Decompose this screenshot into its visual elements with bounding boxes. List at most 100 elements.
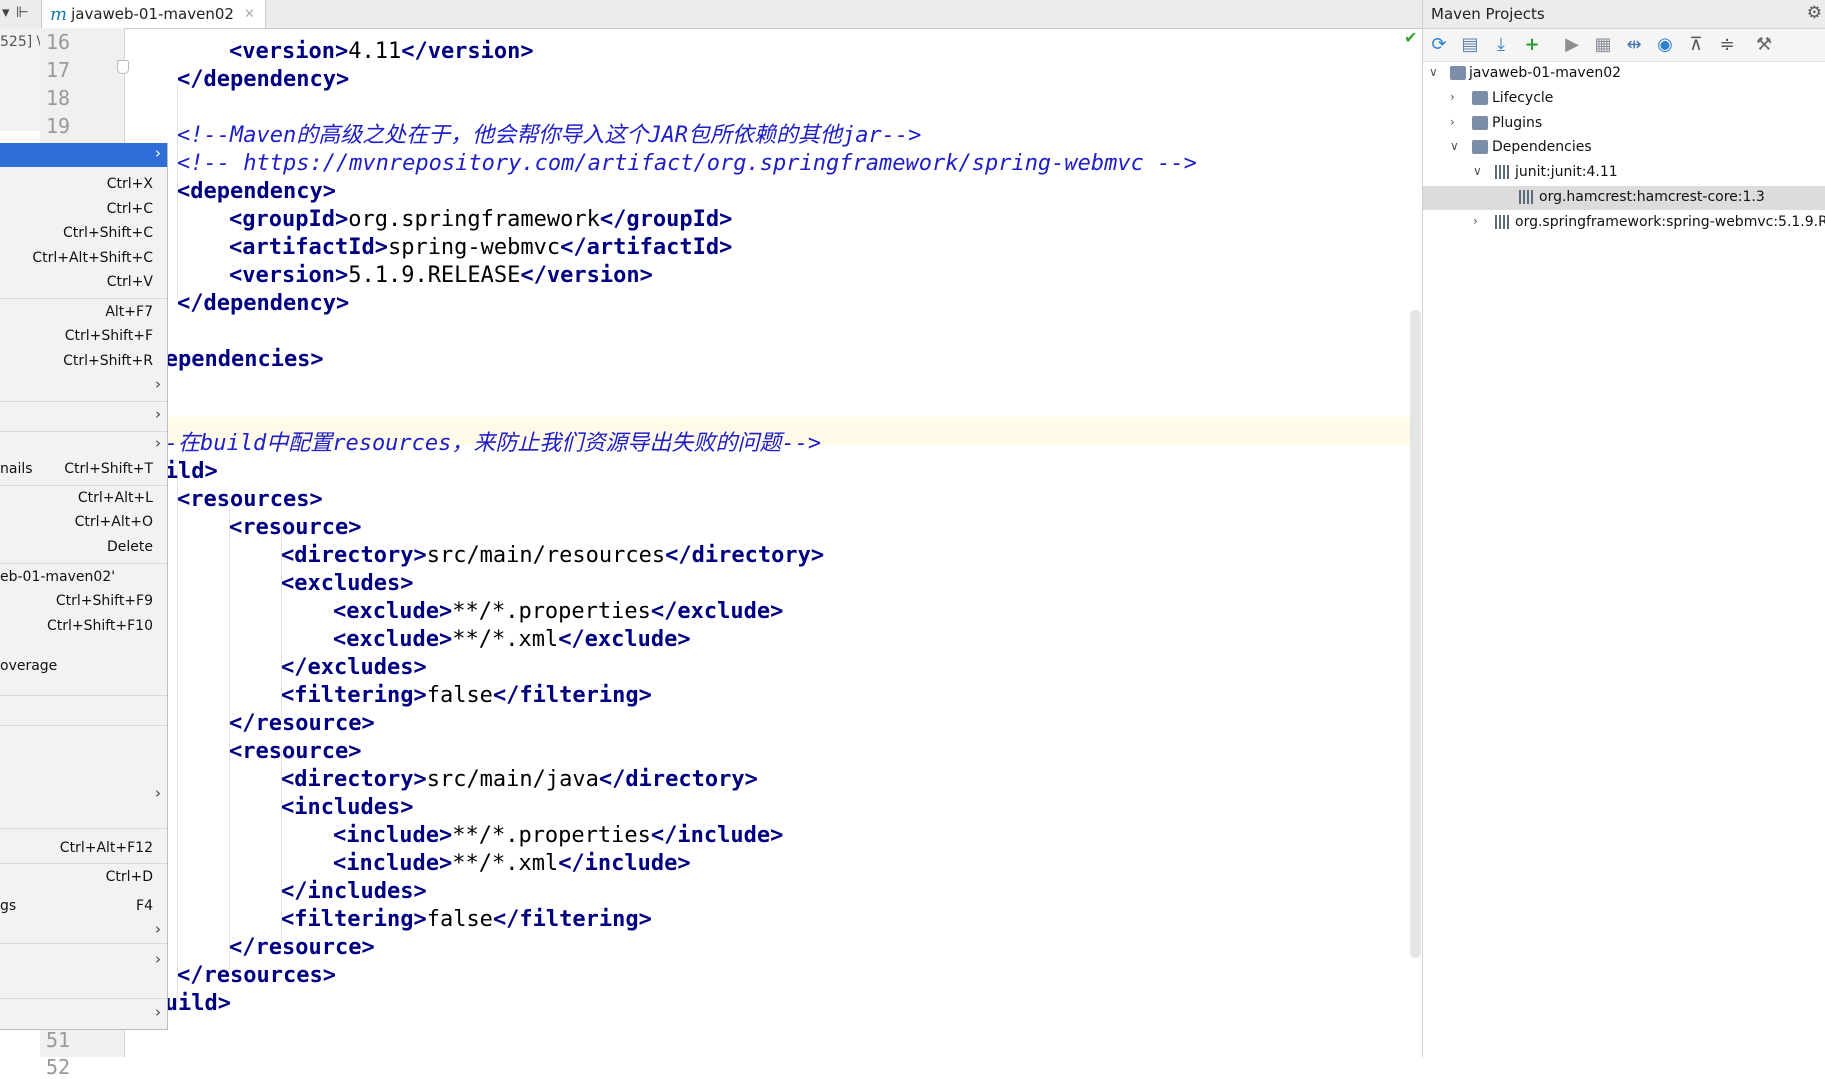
settings-icon[interactable]: ⚒ bbox=[1753, 34, 1775, 56]
tree-item-spring-webmvc[interactable]: › org.springframework:spring-webmvc:5.1.… bbox=[1423, 211, 1825, 235]
tree-item-lifecycle[interactable]: › Lifecycle bbox=[1423, 87, 1825, 111]
menu-item-delete[interactable]: Delete bbox=[0, 536, 167, 560]
code-line: <include>**/*.properties</include> bbox=[333, 823, 784, 848]
menu-item-copy-path[interactable]: Ctrl+Shift+C bbox=[0, 222, 167, 246]
code-line: <groupId>org.springframework</groupId> bbox=[229, 207, 733, 232]
menu-item-cut[interactable]: Ctrl+X bbox=[0, 173, 167, 197]
code-editor[interactable]: <version>4.11</version> </dependency> <!… bbox=[125, 28, 1410, 1057]
menu-item-replace-in-path[interactable]: Ctrl+Shift+R bbox=[0, 350, 167, 374]
chevron-down-icon[interactable]: ∨ bbox=[1450, 139, 1459, 153]
menu-separator bbox=[0, 431, 167, 432]
chevron-right-icon[interactable]: › bbox=[1473, 214, 1478, 228]
toggle-offline-icon[interactable]: ⇹ bbox=[1623, 34, 1645, 56]
code-line: <excludes> bbox=[281, 571, 414, 596]
maven-toolbar: ⟳ ▤ ⤓ + ▶ ▦ ⇹ ◉ ⊼ ≑ ⚒ bbox=[1423, 29, 1825, 62]
chevron-right-icon[interactable]: › bbox=[1450, 90, 1455, 104]
menu-item-maven[interactable]: › bbox=[0, 1002, 167, 1026]
menu-item-copy[interactable]: Ctrl+C bbox=[0, 198, 167, 222]
line-number: 16 bbox=[46, 30, 71, 54]
project-panel-fragment: 525] \ bbox=[0, 28, 41, 131]
execute-goal-icon[interactable]: ▦ bbox=[1592, 34, 1614, 56]
menu-item-paste[interactable]: Ctrl+V bbox=[0, 271, 167, 295]
menu-item-find-usages[interactable]: Alt+F7 bbox=[0, 301, 167, 325]
menu-item-diagrams[interactable]: › bbox=[0, 949, 167, 973]
pin-tool-icon[interactable]: ⊩ bbox=[16, 3, 29, 21]
tree-item-junit[interactable]: ∨ junit:junit:4.11 bbox=[1423, 161, 1825, 185]
tab-pom-file[interactable]: m javaweb-01-maven02 ✕ bbox=[41, 0, 266, 28]
menu-item-run[interactable]: Ctrl+Shift+F10 bbox=[0, 615, 167, 639]
code-line: <artifactId>spring-webmvc</artifactId> bbox=[229, 235, 733, 260]
menu-separator bbox=[0, 298, 167, 299]
submenu-arrow-icon: › bbox=[155, 950, 161, 968]
add-icon[interactable]: + bbox=[1521, 34, 1543, 56]
menu-item-local-history[interactable]: › bbox=[0, 783, 167, 807]
show-dependencies-icon[interactable]: ⊼ bbox=[1685, 34, 1707, 56]
run-icon[interactable]: ▶ bbox=[1561, 34, 1583, 56]
code-line: </includes> bbox=[281, 879, 427, 904]
menu-item-build-module[interactable]: eb-01-maven02' bbox=[0, 566, 167, 590]
menu-separator bbox=[0, 863, 167, 864]
tree-item-plugins[interactable]: › Plugins bbox=[1423, 112, 1825, 136]
code-line: <filtering>false</filtering> bbox=[281, 907, 652, 932]
menu-item-add-to-favorites[interactable]: › bbox=[0, 433, 167, 457]
folder-library-icon bbox=[1472, 140, 1488, 154]
library-icon bbox=[1495, 215, 1511, 229]
menu-item-run-with-coverage[interactable]: overage bbox=[0, 655, 167, 679]
menu-item-show-thumbnails[interactable]: nails Ctrl+Shift+T bbox=[0, 458, 167, 482]
menu-separator bbox=[0, 943, 167, 944]
gear-icon[interactable]: ⚙ bbox=[1807, 3, 1822, 23]
submenu-arrow-icon: › bbox=[155, 144, 161, 162]
menu-item-find-in-path[interactable]: Ctrl+Shift+F bbox=[0, 325, 167, 349]
library-icon bbox=[1519, 190, 1535, 204]
line-number: 18 bbox=[46, 86, 71, 110]
collapse-all-icon[interactable]: ≑ bbox=[1716, 34, 1738, 56]
generate-sources-icon[interactable]: ▤ bbox=[1459, 34, 1481, 56]
refresh-icon[interactable]: ⟳ bbox=[1428, 34, 1450, 56]
code-line: <includes> bbox=[281, 795, 414, 820]
library-icon bbox=[1495, 165, 1511, 179]
menu-separator bbox=[0, 563, 167, 564]
menu-item-rebuild[interactable]: Ctrl+Shift+F9 bbox=[0, 590, 167, 614]
code-line: <exclude>**/*.properties</exclude> bbox=[333, 599, 784, 624]
tree-item-hamcrest[interactable]: org.hamcrest:hamcrest-core:1.3 bbox=[1423, 186, 1825, 210]
chevron-down-icon[interactable]: ∨ bbox=[1429, 65, 1438, 79]
code-line: <resource> bbox=[229, 739, 362, 764]
editor-scrollbar[interactable] bbox=[1410, 310, 1421, 958]
menu-item-mark-directory[interactable]: › bbox=[0, 919, 167, 943]
maven-panel-title: Maven Projects bbox=[1431, 5, 1545, 23]
tree-item-project-root[interactable]: ∨ javaweb-01-maven02 bbox=[1423, 62, 1825, 86]
submenu-arrow-icon: › bbox=[155, 920, 161, 938]
code-line: <resource> bbox=[229, 515, 362, 540]
menu-item-refactor[interactable]: › bbox=[0, 404, 167, 428]
menu-item-compare-with[interactable]: Ctrl+D bbox=[0, 866, 167, 890]
maven-projects-panel: Maven Projects ⚙ ⟳ ▤ ⤓ + ▶ ▦ ⇹ ◉ ⊼ ≑ ⚒ ∨… bbox=[1422, 0, 1825, 1057]
menu-item-analyze[interactable]: › bbox=[0, 374, 167, 398]
menu-item-module-settings[interactable]: gs F4 bbox=[0, 895, 167, 919]
code-line: <exclude>**/*.xml</exclude> bbox=[333, 627, 691, 652]
skip-tests-icon[interactable]: ◉ bbox=[1654, 34, 1676, 56]
line-number: 52 bbox=[46, 1055, 71, 1079]
chevron-down-icon[interactable]: ∨ bbox=[1473, 164, 1482, 178]
dropdown-icon[interactable]: ▾ bbox=[2, 3, 10, 21]
chevron-right-icon[interactable]: › bbox=[1450, 115, 1455, 129]
submenu-arrow-icon: › bbox=[155, 375, 161, 393]
download-icon[interactable]: ⤓ bbox=[1490, 34, 1512, 56]
menu-item-optimize-imports[interactable]: Ctrl+Alt+O bbox=[0, 511, 167, 535]
line-number: 19 bbox=[46, 114, 71, 138]
truncated-panel-text: 525] \ bbox=[0, 34, 40, 50]
submenu-arrow-icon: › bbox=[155, 784, 161, 802]
code-line: </dependency> bbox=[177, 67, 350, 92]
close-tab-icon[interactable]: ✕ bbox=[244, 7, 255, 22]
line-number: 17 bbox=[46, 58, 71, 82]
menu-item-copy-reference[interactable]: Ctrl+Alt+Shift+C bbox=[0, 247, 167, 271]
menu-separator bbox=[0, 695, 167, 696]
menu-separator bbox=[0, 725, 167, 726]
tree-item-dependencies[interactable]: ∨ Dependencies bbox=[1423, 136, 1825, 160]
indent-guide bbox=[177, 468, 178, 1002]
code-line: <filtering>false</filtering> bbox=[281, 683, 652, 708]
code-line: <resources> bbox=[177, 487, 323, 512]
menu-item-selected[interactable]: › bbox=[0, 143, 167, 167]
menu-item-reformat-code[interactable]: Ctrl+Alt+L bbox=[0, 487, 167, 511]
menu-item-show-in-explorer[interactable]: Ctrl+Alt+F12 bbox=[0, 837, 167, 861]
menu-separator bbox=[0, 828, 167, 829]
